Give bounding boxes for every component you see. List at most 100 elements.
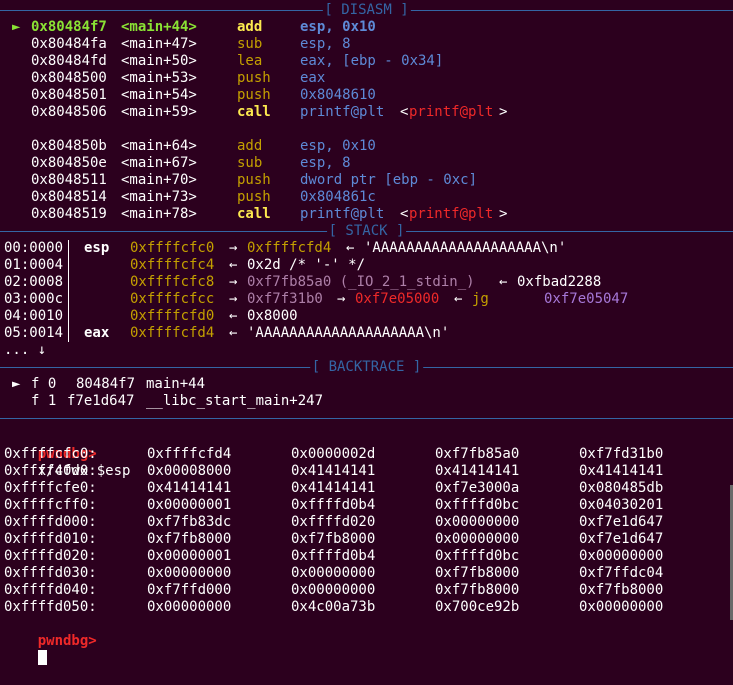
stack-row: 00:0000 esp 0xffffcfc0 → 0xffffcfd4 ← 'AAAAAAA… xyxy=(0,240,733,257)
instruction-symbol: <main+53> xyxy=(121,70,197,86)
terminal-window[interactable]: [ DISASM ] ► 0x80484f7 <main+44> add esp, 0x… xyxy=(0,0,733,665)
instruction-mnemonic: lea xyxy=(237,53,263,69)
backtrace-title: [ BACKTRACE ] xyxy=(309,359,424,376)
stack-address: 0xffffcfcc xyxy=(130,291,215,307)
memory-word: 0x700ce92b xyxy=(435,599,520,615)
deref-arrow-left-icon: ← xyxy=(454,291,463,307)
memory-word: 0x080485db xyxy=(579,480,664,496)
disasm-line: ► 0x80484f7 <main+44> add esp, 0x10 xyxy=(0,19,733,36)
stack-offset: 00:0000 xyxy=(4,240,64,256)
disasm-line: 0x8048501 <main+54> push 0x8048610 xyxy=(0,87,733,104)
call-target: printf@plt xyxy=(409,104,494,120)
memory-word: 0x00000000 xyxy=(147,599,232,615)
stack-title: [ STACK ] xyxy=(326,223,407,240)
instruction-operands: eax xyxy=(300,70,326,86)
instruction-operands: 0x8048610 xyxy=(300,87,376,103)
disasm-line: 0x80484fa <main+47> sub esp, 8 xyxy=(0,36,733,53)
memory-word: 0xf7fd31b0 xyxy=(579,446,664,462)
instruction-symbol: <main+59> xyxy=(121,104,197,120)
stack-value: jg xyxy=(472,291,489,307)
deref-arrow-left-icon: ← xyxy=(229,325,238,341)
memory-word: 0x00000000 xyxy=(435,514,520,530)
memory-word: 0xf7ffd000 xyxy=(147,582,232,598)
memory-word: 0x00000000 xyxy=(579,599,664,615)
current-instruction-marker: ► xyxy=(12,19,21,35)
memory-row: 0xffffcfc0: 0xffffcfd4 0x0000002d 0xf7fb85a… xyxy=(0,446,733,463)
memory-word: 0x41414141 xyxy=(435,463,520,479)
memory-word: 0x00000000 xyxy=(291,565,376,581)
stack-address: 0xffffcfd0 xyxy=(130,308,215,324)
instruction-address: 0x804850b xyxy=(31,138,107,154)
instruction-address: 0x8048506 xyxy=(31,104,107,120)
stack-register: esp xyxy=(84,240,110,256)
stack-offset: 03:000c xyxy=(4,291,64,307)
instruction-address: 0x804850e xyxy=(31,155,107,171)
memory-word: 0xffffd0bc xyxy=(435,548,520,564)
stack-value: 0xf7f31b0 xyxy=(247,291,323,307)
deref-arrow-left-icon: ← xyxy=(229,308,238,324)
stack-divider xyxy=(68,240,69,342)
memory-address: 0xffffcff0: xyxy=(4,497,97,513)
frame-address: f7e1d647 xyxy=(67,393,135,409)
pointer-arrow-right-icon: → xyxy=(337,291,346,307)
instruction-operands: esp, 0x10 xyxy=(300,19,376,35)
memory-word: 0xf7e1d647 xyxy=(579,531,664,547)
instruction-operands: printf@plt xyxy=(300,206,385,222)
instruction-symbol: <main+47> xyxy=(121,36,197,52)
instruction-mnemonic: sub xyxy=(237,155,263,171)
disasm-line: 0x8048511 <main+70> push dword ptr [ebp - 0… xyxy=(0,172,733,189)
memory-address: 0xffffd020: xyxy=(4,548,97,564)
memory-word: 0xf7fb83dc xyxy=(147,514,232,530)
stack-address: 0xffffcfc8 xyxy=(130,274,215,290)
memory-word: 0xffffd020 xyxy=(291,514,376,530)
instruction-mnemonic: push xyxy=(237,172,271,188)
disasm-line: 0x8048506 <main+59> call printf@plt < printf@… xyxy=(0,104,733,121)
backtrace-frame: ► f 0 80484f7 main+44 xyxy=(0,376,733,393)
stack-value: 0xffffcfd4 xyxy=(247,240,332,256)
instruction-mnemonic: push xyxy=(237,70,271,86)
stack-register: eax xyxy=(84,325,110,341)
memory-address: 0xffffd030: xyxy=(4,565,97,581)
disasm-line: 0x804850b <main+64> add esp, 0x10 xyxy=(0,138,733,155)
memory-word: 0x00000001 xyxy=(147,548,232,564)
memory-word: 0xf7e3000a xyxy=(435,480,520,496)
frame-label: f 0 xyxy=(31,376,57,392)
stack-value: 0x8000 xyxy=(247,308,298,324)
deref-arrow-left-icon: ← xyxy=(346,240,355,256)
stack-address: 0xffffcfc0 xyxy=(130,240,215,256)
stack-value: 0x2d /* '-' */ xyxy=(247,257,366,273)
stack-row: 04:0010 0xffffcfd0 ← 0x8000 xyxy=(0,308,733,325)
backtrace-separator: [ BACKTRACE ] xyxy=(0,359,733,376)
disasm-line: 0x8048519 <main+78> call printf@plt < printf@… xyxy=(0,206,733,223)
disasm-separator: [ DISASM ] xyxy=(0,2,733,19)
memory-address: 0xffffcfc0: xyxy=(4,446,97,462)
stack-separator: [ STACK ] xyxy=(0,223,733,240)
command-line: pwndbg> x/40wx $esp xyxy=(4,429,131,479)
memory-word: 0x00000000 xyxy=(435,531,520,547)
memory-row: 0xffffcfd0: 0x00008000 0x41414141 0x4141414… xyxy=(0,463,733,480)
instruction-address: 0x8048511 xyxy=(31,172,107,188)
memory-address: 0xffffd050: xyxy=(4,599,97,615)
stack-offset: 02:0008 xyxy=(4,274,64,290)
memory-word: 0x00000000 xyxy=(147,565,232,581)
stack-value: 0xf7e05000 xyxy=(355,291,440,307)
instruction-mnemonic: push xyxy=(237,189,271,205)
instruction-mnemonic: push xyxy=(237,87,271,103)
memory-word: 0x41414141 xyxy=(147,480,232,496)
instruction-address: 0x8048501 xyxy=(31,87,107,103)
instruction-mnemonic: call xyxy=(237,104,271,120)
frame-symbol: __libc_start_main+247 xyxy=(146,393,324,409)
last-prompt-line[interactable]: pwndbg> xyxy=(4,616,97,665)
memory-word: 0x4c00a73b xyxy=(291,599,376,615)
memory-row: 0xffffd000: 0xf7fb83dc 0xffffd020 0x0000000… xyxy=(0,514,733,531)
disasm-line: 0x8048514 <main+73> push 0x804861c xyxy=(0,189,733,206)
stack-value: 0xf7e05047 xyxy=(544,291,629,307)
instruction-address: 0x80484fd xyxy=(31,53,107,69)
memory-word: 0xffffd0b4 xyxy=(291,497,376,513)
disasm-line: 0x80484fd <main+50> lea eax, [ebp - 0x34] xyxy=(0,53,733,70)
current-frame-marker: ► xyxy=(12,376,21,392)
instruction-operands: dword ptr [ebp - 0xc] xyxy=(300,172,478,188)
call-target-close: > xyxy=(499,104,508,120)
instruction-symbol: <main+54> xyxy=(121,87,197,103)
bottom-separator xyxy=(0,410,733,427)
